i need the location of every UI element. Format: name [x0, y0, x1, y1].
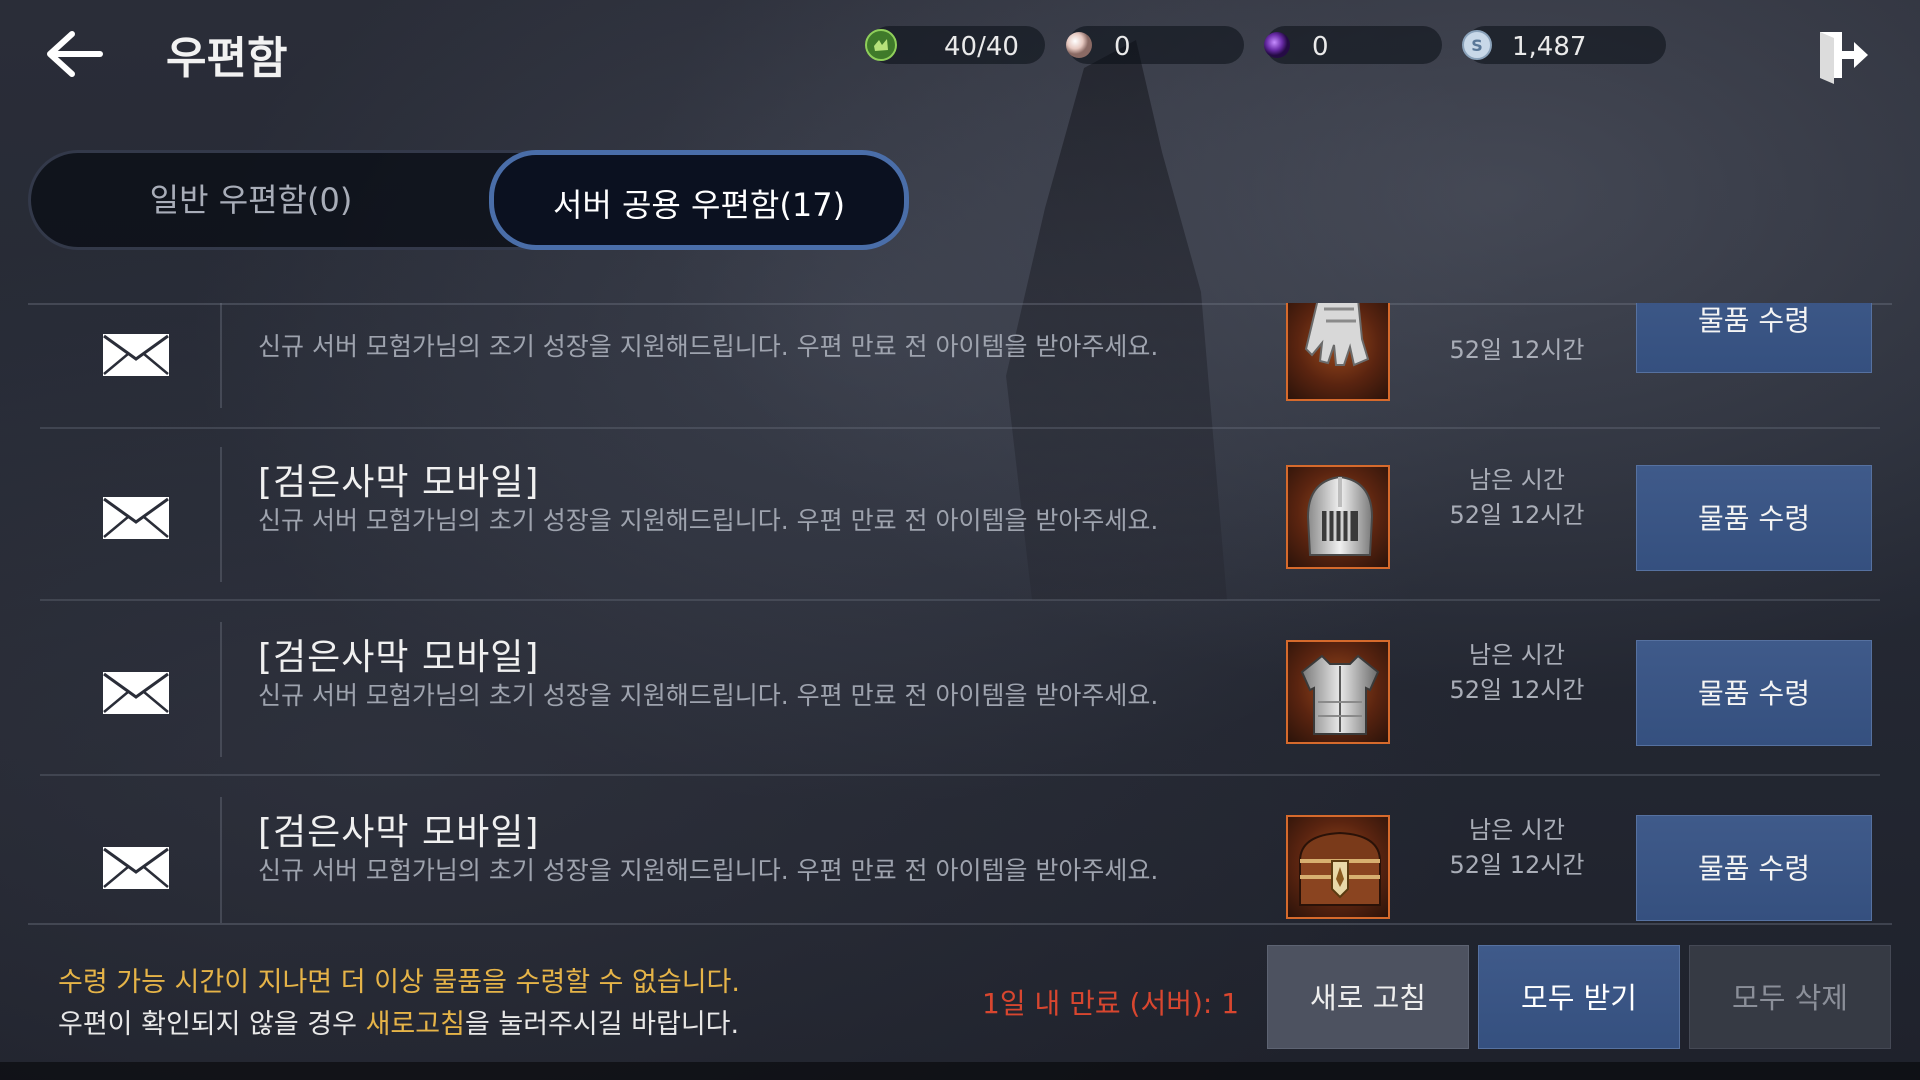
refresh-notice: 우편이 확인되지 않을 경우 새로고침을 눌러주시길 바랍니다.	[58, 1002, 739, 1041]
remaining-time: 52일 12시간	[1449, 336, 1585, 364]
svg-text:S: S	[1471, 36, 1483, 55]
claim-item-button[interactable]: 물품 수령	[1636, 640, 1872, 746]
gauntlet-icon	[1304, 303, 1370, 367]
remaining-time: 남은 시간 52일 12시간	[1432, 813, 1602, 883]
item-slot[interactable]	[1286, 640, 1390, 744]
row-divider	[220, 447, 222, 582]
delete-all-button[interactable]: 모두 삭제	[1689, 945, 1891, 1049]
item-slot[interactable]	[1286, 303, 1390, 401]
remaining-time-value: 52일 12시간	[1449, 851, 1585, 879]
back-arrow-icon	[47, 31, 103, 77]
helmet-icon	[1306, 475, 1374, 556]
mail-title: [검은사막 모바일]	[258, 462, 540, 503]
mail-description: 신규 서버 모험가님의 초기 성장을 지원해드립니다. 우편 만료 전 아이템을…	[258, 856, 1159, 885]
mail-description: 신규 서버 모험가님의 초기 성장을 지원해드립니다. 우편 만료 전 아이템을…	[258, 506, 1159, 535]
stamina-value: 40/40	[944, 32, 1019, 62]
claim-all-button[interactable]: 모두 받기	[1478, 945, 1680, 1049]
mail-description: 신규 서버 모험가님의 초기 성장을 지원해드립니다. 우편 만료 전 아이템을…	[258, 681, 1159, 710]
mail-row: [검은사막 모바일] 신규 서버 모험가님의 초기 성장을 지원해드립니다. 우…	[40, 604, 1880, 776]
remaining-time-label: 남은 시간	[1469, 466, 1565, 494]
footer-divider	[28, 923, 1892, 925]
armor-icon	[1300, 654, 1380, 735]
row-divider	[220, 622, 222, 757]
bottom-strip	[0, 1062, 1920, 1080]
remaining-time: 남은 시간 52일 12시간	[1432, 463, 1602, 533]
expiry-notice: 수령 가능 시간이 지나면 더 이상 물품을 수령할 수 없습니다.	[58, 967, 740, 998]
refresh-button[interactable]: 새로 고침	[1267, 945, 1469, 1049]
mail-row: 신규 서버 모험가님의 조기 성장을 지원해드립니다. 우편 만료 전 아이템을…	[40, 303, 1880, 429]
row-separator	[40, 774, 1880, 776]
silver-value: 1,487	[1512, 32, 1587, 62]
envelope-icon	[103, 847, 169, 889]
claim-item-button[interactable]: 물품 수령	[1636, 815, 1872, 921]
mail-description: 신규 서버 모험가님의 조기 성장을 지원해드립니다. 우편 만료 전 아이템을…	[258, 332, 1159, 361]
tab-server-mailbox[interactable]: 서버 공용 우편함(17)	[489, 150, 909, 250]
mailbox-tabs: 일반 우편함(0) 서버 공용 우편함(17)	[28, 150, 909, 250]
row-divider	[220, 797, 222, 923]
mail-row: [검은사막 모바일] 신규 서버 모험가님의 초기 성장을 지원해드립니다. 우…	[40, 779, 1880, 923]
exit-button[interactable]	[1812, 24, 1874, 86]
envelope-icon	[103, 334, 169, 376]
currency-stamina: 40/40	[865, 26, 1045, 64]
mail-title: [검은사막 모바일]	[258, 637, 540, 678]
remaining-time-label: 남은 시간	[1469, 641, 1565, 669]
remaining-time-label: 남은 시간	[1469, 816, 1565, 844]
mail-list[interactable]: 신규 서버 모험가님의 조기 성장을 지원해드립니다. 우편 만료 전 아이템을…	[28, 303, 1892, 923]
claim-item-button[interactable]: 물품 수령	[1636, 303, 1872, 373]
currency-pearl: 0	[1066, 26, 1244, 64]
purple-gem-icon	[1264, 32, 1290, 58]
remaining-time-value: 52일 12시간	[1449, 676, 1585, 704]
page-title: 우편함	[166, 33, 288, 84]
header: 우편함 40/40 0 0 S 1,487	[0, 0, 1920, 110]
stamina-icon	[865, 29, 897, 61]
envelope-icon	[103, 497, 169, 539]
claim-item-button[interactable]: 물품 수령	[1636, 465, 1872, 571]
pearl-value: 0	[1114, 32, 1131, 62]
currency-purple-gem: 0	[1264, 26, 1442, 64]
refresh-notice-highlight: 새로고침	[365, 1009, 465, 1040]
expire-count: 1일 내 만료 (서버): 1	[982, 987, 1240, 1020]
back-button[interactable]	[38, 24, 108, 84]
item-slot[interactable]	[1286, 815, 1390, 919]
item-slot[interactable]	[1286, 465, 1390, 569]
row-divider	[220, 303, 222, 408]
purple-gem-value: 0	[1312, 32, 1329, 62]
envelope-icon	[103, 672, 169, 714]
remaining-time-value: 52일 12시간	[1449, 501, 1585, 529]
mail-title: [검은사막 모바일]	[258, 812, 540, 853]
treasure-chest-icon	[1298, 831, 1382, 906]
refresh-notice-text: 우편이 확인되지 않을 경우	[58, 1009, 366, 1040]
silver-coin-icon: S	[1462, 30, 1492, 60]
tab-general-mailbox[interactable]: 일반 우편함(0)	[31, 153, 471, 247]
remaining-time: 남은 시간 52일 12시간	[1432, 638, 1602, 708]
exit-door-icon	[1820, 32, 1868, 84]
currency-silver: S 1,487	[1462, 26, 1666, 64]
row-separator	[40, 599, 1880, 601]
refresh-notice-text-end: 을 눌러주시길 바랍니다.	[464, 1009, 740, 1040]
mail-row: [검은사막 모바일] 신규 서버 모험가님의 초기 성장을 지원해드립니다. 우…	[40, 429, 1880, 601]
pearl-icon	[1066, 32, 1092, 58]
